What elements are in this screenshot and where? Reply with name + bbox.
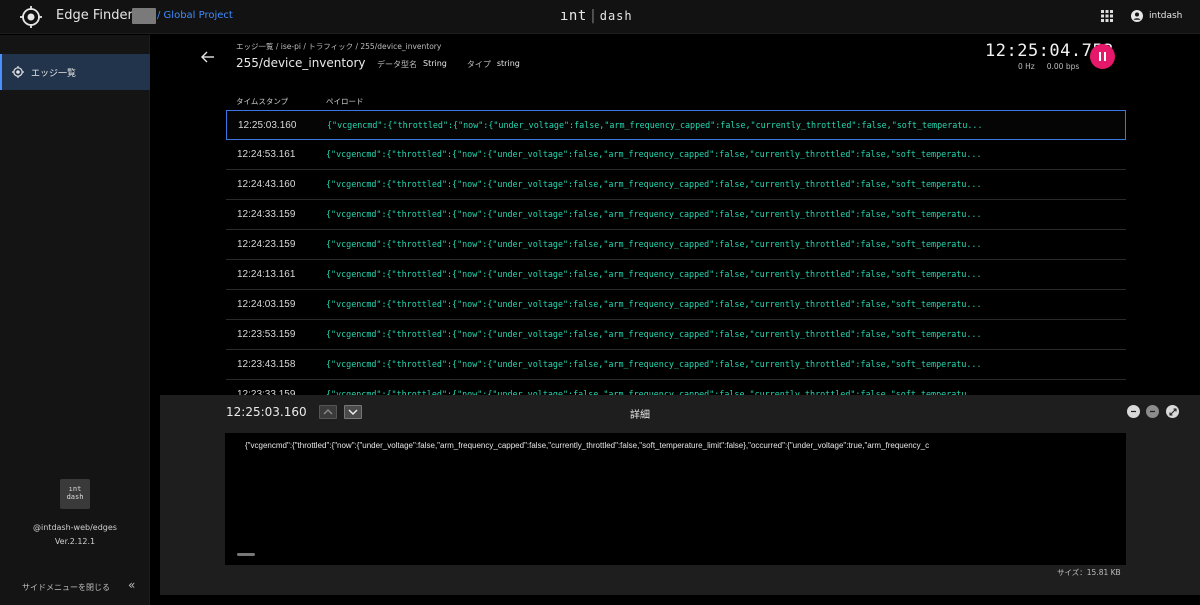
chevron-up-icon: [323, 409, 333, 415]
target-logo-icon[interactable]: [20, 6, 42, 28]
row-timestamp: 12:23:53.159: [237, 329, 296, 340]
brand-logo-left: ınt: [560, 8, 587, 24]
table-row[interactable]: 12:25:03.160 {"vcgencmd":{"throttled":{"n…: [226, 110, 1126, 140]
row-timestamp: 12:23:43.158: [237, 359, 296, 370]
table-row[interactable]: 12:23:53.159 {"vcgencmd":{"throttled":{"n…: [226, 320, 1126, 350]
detail-title: 詳細: [630, 410, 650, 421]
type-label: タイプ: [466, 60, 491, 69]
user-icon: [1131, 10, 1143, 22]
frequency-readout: 0 Hz: [1018, 62, 1035, 71]
apps-grid-icon[interactable]: [1101, 10, 1113, 22]
row-timestamp: 12:24:03.159: [237, 299, 296, 310]
row-payload: {"vcgencmd":{"throttled":{"now":{"under_…: [326, 329, 982, 339]
intdash-logo-bottom: dash: [66, 492, 84, 501]
data-meta: データ型名 String タイプ string: [377, 59, 520, 70]
rate-readout: 0 Hz 0.00 bps: [1018, 62, 1079, 71]
table-header: タイムスタンプ ペイロード: [226, 93, 1126, 109]
row-payload: {"vcgencmd":{"throttled":{"now":{"under_…: [326, 209, 982, 219]
next-record-button[interactable]: [344, 405, 362, 419]
sidebar-item-label: エッジ一覧: [31, 68, 77, 79]
minimize-icon: [1131, 410, 1136, 413]
table-row[interactable]: 12:24:33.159 {"vcgencmd":{"throttled":{"n…: [226, 200, 1126, 230]
intdash-logo: ınt dash: [60, 479, 90, 509]
table-row[interactable]: 12:24:03.159 {"vcgencmd":{"throttled":{"n…: [226, 290, 1126, 320]
close-side-menu-link[interactable]: サイドメニューを閉じる: [22, 582, 110, 593]
project-badge: [132, 8, 156, 24]
detail-timestamp: 12:25:03.160: [226, 405, 307, 419]
data-type-value: String: [423, 59, 447, 68]
minimize-button[interactable]: [1127, 405, 1140, 418]
detail-body[interactable]: {"vcgencmd":{"throttled":{"now":{"under_…: [225, 433, 1126, 565]
bitrate-readout: 0.00 bps: [1046, 62, 1080, 71]
app-title: Edge Finder: [56, 8, 133, 23]
row-timestamp: 12:24:33.159: [237, 209, 296, 220]
row-timestamp: 12:24:13.161: [237, 269, 296, 280]
table-row[interactable]: 12:24:53.161 {"vcgencmd":{"throttled":{"n…: [226, 140, 1126, 170]
table-row[interactable]: 12:24:13.161 {"vcgencmd":{"throttled":{"n…: [226, 260, 1126, 290]
data-type-label: データ型名: [377, 60, 417, 69]
table-rows: 12:25:03.160 {"vcgencmd":{"throttled":{"n…: [226, 110, 1126, 410]
table-row[interactable]: 12:24:23.159 {"vcgencmd":{"throttled":{"n…: [226, 230, 1126, 260]
package-name: @intdash-web/edges: [33, 523, 117, 532]
data-table: タイムスタンプ ペイロード 12:25:03.160 {"vcgencmd":{"…: [226, 93, 1126, 410]
row-payload: {"vcgencmd":{"throttled":{"now":{"under_…: [326, 299, 982, 309]
row-timestamp: 12:24:43.160: [237, 179, 296, 190]
row-payload: {"vcgencmd":{"throttled":{"now":{"under_…: [326, 179, 982, 189]
restore-button[interactable]: [1146, 405, 1159, 418]
breadcrumb[interactable]: エッジ一覧 / ise-pi / トラフィック / 255/device_inv…: [236, 41, 441, 52]
row-timestamp: 12:24:23.159: [237, 239, 296, 250]
brand-logo: ınt | dash: [560, 8, 633, 24]
version-label: Ver.2.12.1: [54, 537, 96, 546]
expand-button[interactable]: [1166, 405, 1179, 418]
row-payload: {"vcgencmd":{"throttled":{"now":{"under_…: [326, 239, 982, 249]
chevron-down-icon: [348, 409, 358, 415]
row-payload: {"vcgencmd":{"throttled":{"now":{"under_…: [326, 359, 982, 369]
pause-button[interactable]: [1090, 44, 1115, 69]
payload-size: サイズ：15.81 KB: [1057, 568, 1121, 577]
timestamp-header: タイムスタンプ: [236, 97, 289, 106]
table-row[interactable]: 12:24:43.160 {"vcgencmd":{"throttled":{"n…: [226, 170, 1126, 200]
pause-icon: [1099, 52, 1101, 61]
row-timestamp: 12:24:53.161: [237, 149, 296, 160]
table-row[interactable]: 12:23:43.158 {"vcgencmd":{"throttled":{"n…: [226, 350, 1126, 380]
row-timestamp: 12:25:03.160: [238, 120, 297, 131]
sidebar-item-edge-list[interactable]: エッジ一覧: [0, 54, 150, 90]
horizontal-scrollbar[interactable]: [237, 553, 255, 556]
row-payload: {"vcgencmd":{"throttled":{"now":{"under_…: [326, 269, 982, 279]
type-value: string: [496, 59, 520, 68]
back-arrow-icon[interactable]: [200, 49, 216, 65]
page-title: 255/device_inventory: [236, 56, 366, 70]
expand-icon: [1168, 407, 1177, 416]
project-name[interactable]: / Global Project: [157, 10, 233, 21]
detail-payload-text: {"vcgencmd":{"throttled":{"now":{"under_…: [245, 441, 930, 450]
top-bar: Edge Finder / Global Project ınt | dash in…: [0, 0, 1200, 34]
user-name: intdash: [1149, 11, 1183, 21]
sidebar: エッジ一覧 ınt dash @intdash-web/edges Ver.2.…: [0, 35, 150, 605]
collapse-sidebar-icon[interactable]: «: [128, 578, 135, 592]
detail-panel: 12:25:03.160 詳細 {"vcgencmd":{"throttled"…: [160, 395, 1200, 595]
brand-logo-right: dash: [599, 9, 633, 23]
edge-list-icon: [12, 66, 24, 78]
restore-icon: [1150, 410, 1155, 413]
row-payload: {"vcgencmd":{"throttled":{"now":{"under_…: [327, 120, 983, 130]
user-menu[interactable]: intdash: [1131, 10, 1182, 22]
previous-record-button[interactable]: [319, 405, 337, 419]
payload-header: ペイロード: [326, 97, 364, 106]
row-payload: {"vcgencmd":{"throttled":{"now":{"under_…: [326, 149, 982, 159]
